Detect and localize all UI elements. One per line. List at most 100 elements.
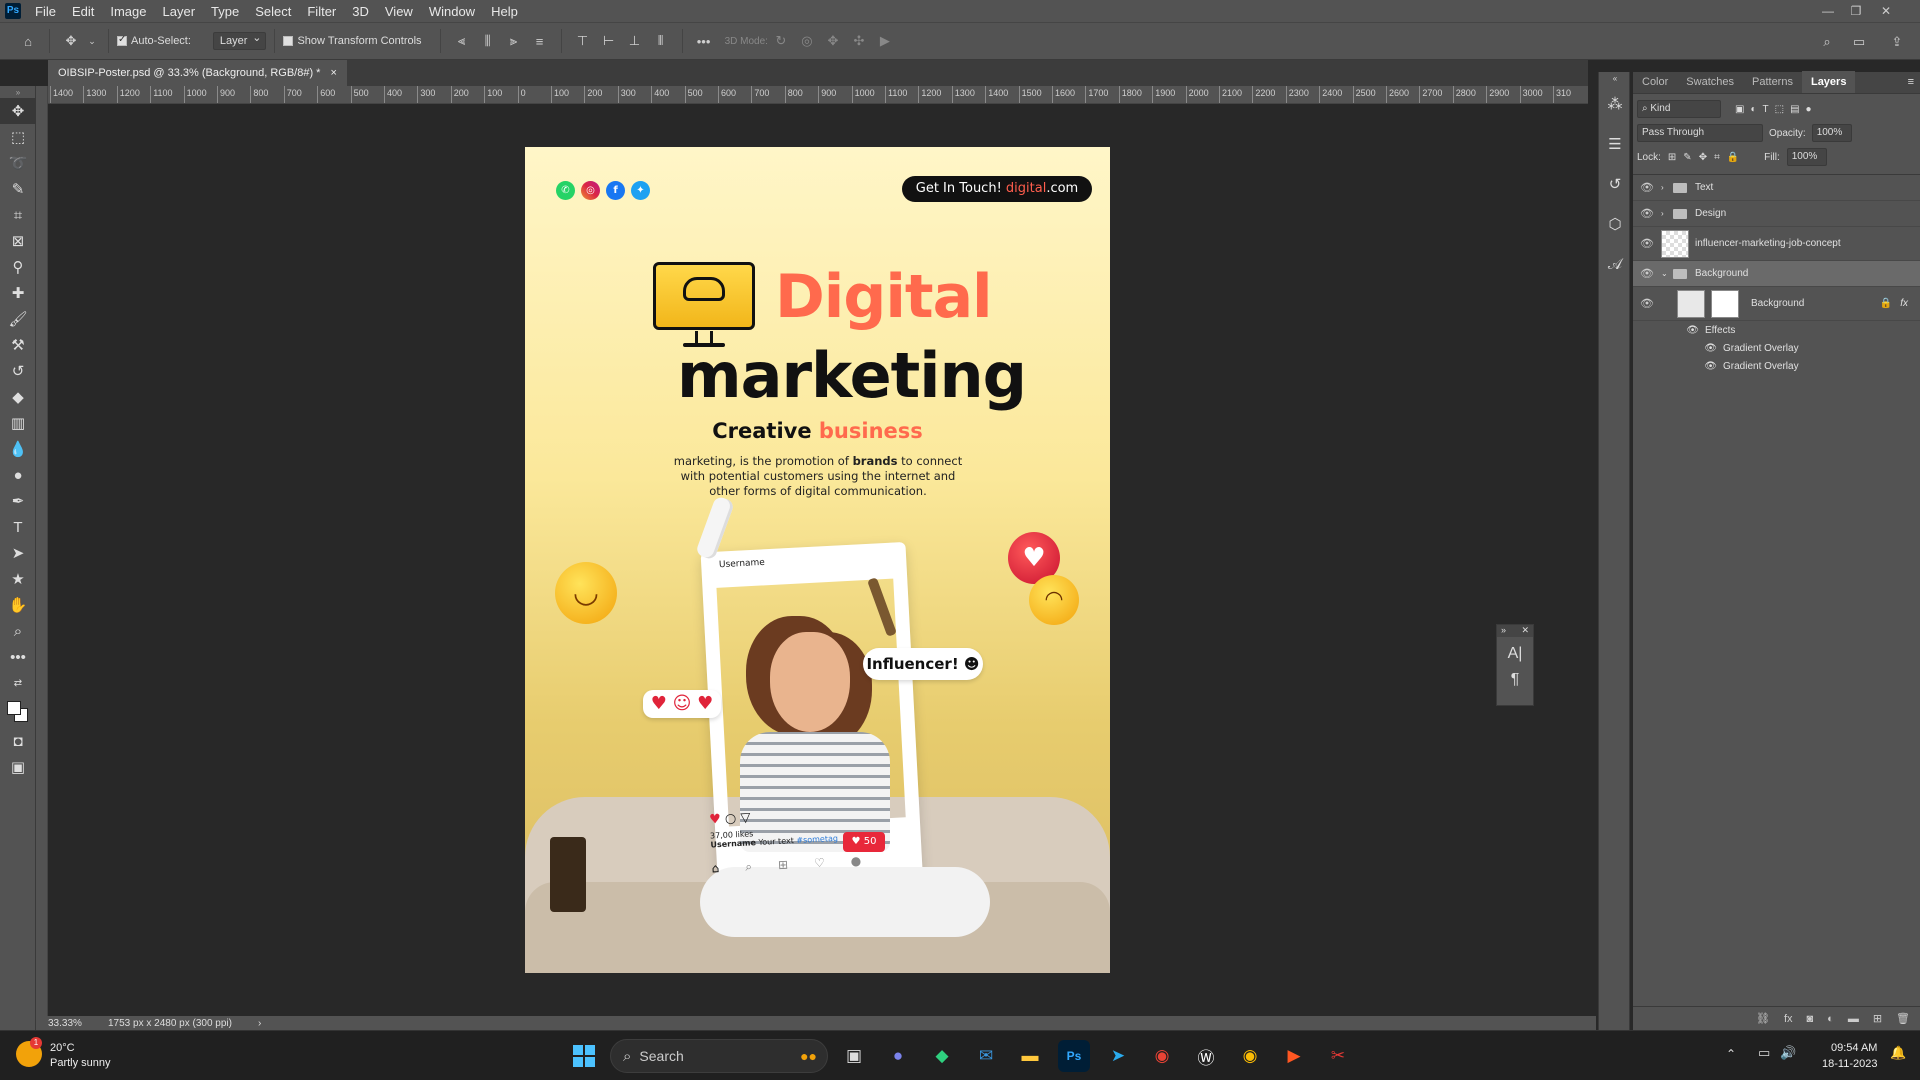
filter-toggle-icon[interactable]: ● (1806, 104, 1812, 115)
dodge-tool-icon[interactable]: ● (0, 462, 36, 488)
clock[interactable]: 09:54 AM 18-11-2023 (1822, 1040, 1877, 1072)
filter-kind-dropdown[interactable]: ⌕ Kind (1637, 100, 1721, 118)
brush-tool-icon[interactable]: 🖌 (0, 306, 36, 332)
new-adjustment-icon[interactable]: ◐ (1827, 1013, 1834, 1025)
layer-background-group[interactable]: 👁 ⌄ Background (1633, 261, 1920, 287)
chrome-icon[interactable]: ◉ (1146, 1040, 1178, 1072)
move-tool-icon[interactable]: ✥ (0, 98, 36, 124)
effect-gradient-overlay[interactable]: 👁 Gradient Overlay (1633, 357, 1920, 375)
fill-field[interactable]: 100% (1786, 148, 1827, 166)
collapse-panels-icon[interactable]: « (1599, 72, 1631, 84)
3d-panel-icon[interactable]: ⬡ (1599, 204, 1631, 244)
network-icon[interactable]: ▭ (1758, 1045, 1770, 1061)
lock-all-icon[interactable]: 🔒 (1727, 152, 1739, 163)
swap-colors-icon[interactable]: ⇄ (0, 670, 36, 696)
menu-type[interactable]: Type (203, 4, 247, 19)
poster-canvas[interactable]: ✆ ◎ f ✦ Get In Touch! digital.com Digita… (525, 147, 1110, 973)
opacity-field[interactable]: 100% (1811, 124, 1852, 142)
visibility-eye-icon[interactable]: 👁 (1633, 297, 1661, 310)
paragraph-panel-icon[interactable]: ¶ (1497, 671, 1533, 689)
healing-brush-icon[interactable]: ✚ (0, 280, 36, 306)
marquee-tool-icon[interactable]: ⬚ (0, 124, 36, 150)
menu-file[interactable]: File (27, 4, 64, 19)
pen-tool-icon[interactable]: ✒ (0, 488, 36, 514)
filter-smart-object-icon[interactable]: ▤ (1790, 104, 1799, 115)
hand-tool-icon[interactable]: ✋ (0, 592, 36, 618)
quick-select-tool-icon[interactable]: ✎ (0, 176, 36, 202)
history-icon[interactable]: ↺ (1599, 164, 1631, 204)
start-button[interactable] (568, 1040, 600, 1072)
screen-mode-icon[interactable]: ▣ (0, 754, 36, 780)
menu-view[interactable]: View (377, 4, 421, 19)
visibility-eye-icon[interactable]: 👁 (1633, 207, 1661, 220)
crop-tool-icon[interactable]: ⌗ (0, 202, 36, 228)
menu-layer[interactable]: Layer (155, 4, 204, 19)
add-mask-icon[interactable]: ◙ (1807, 1013, 1814, 1025)
layer-background[interactable]: 👁 Background 🔒 fx (1633, 287, 1920, 321)
minimize-icon[interactable]: — (1814, 0, 1842, 22)
restore-icon[interactable]: ❐ (1842, 0, 1870, 22)
filter-pixel-icon[interactable]: ▣ (1735, 104, 1744, 115)
notification-icon[interactable]: 🔔 (1890, 1045, 1906, 1061)
teams-icon[interactable]: ● (882, 1040, 914, 1072)
tab-color[interactable]: Color (1633, 71, 1677, 93)
menu-filter[interactable]: Filter (299, 4, 344, 19)
lock-position-icon[interactable]: ✥ (1699, 152, 1707, 163)
menu-3d[interactable]: 3D (344, 4, 377, 19)
auto-select-checkbox[interactable] (117, 34, 127, 46)
3d-pan-icon[interactable]: ✥ (823, 31, 843, 51)
menu-edit[interactable]: Edit (64, 4, 102, 19)
search-icon[interactable]: ⌕ (1817, 32, 1837, 52)
chrome-profile-icon[interactable]: ◉ (1234, 1040, 1266, 1072)
weather-widget[interactable]: 1 20°C Partly sunny (16, 1037, 111, 1071)
filter-adjustment-icon[interactable]: ◐ (1750, 104, 1756, 115)
delete-layer-icon[interactable]: 🗑 (1896, 1012, 1910, 1025)
photoshop-taskbar-icon[interactable]: Ps (1058, 1040, 1090, 1072)
file-explorer-icon[interactable]: ▬ (1014, 1040, 1046, 1072)
zoom-tool-icon[interactable]: ⌕ (0, 618, 36, 644)
frame-tool-icon[interactable]: ⊠ (0, 228, 36, 254)
history-brush-icon[interactable]: ↺ (0, 358, 36, 384)
close-window-icon[interactable]: ✕ (1872, 0, 1900, 22)
blur-tool-icon[interactable]: 💧 (0, 436, 36, 462)
taskbar-search[interactable]: ⌕ Search ●● (610, 1039, 828, 1073)
add-style-icon[interactable]: fx (1784, 1013, 1793, 1025)
blend-mode-dropdown[interactable]: Pass Through (1637, 124, 1763, 142)
photoshop-app-icon[interactable]: Ps (5, 3, 21, 19)
media-app-icon[interactable]: ▶ (1278, 1040, 1310, 1072)
share-icon[interactable]: ⇪ (1887, 32, 1907, 52)
align-bottom-icon[interactable]: ⊥ (625, 31, 645, 51)
layer-image[interactable]: 👁 influencer-marketing-job-concept (1633, 227, 1920, 261)
menu-image[interactable]: Image (102, 4, 154, 19)
panel-menu-icon[interactable]: ≡ (1908, 71, 1920, 93)
filter-type-icon[interactable]: T (1763, 104, 1769, 115)
chevron-down-icon[interactable]: ⌄ (87, 31, 97, 51)
layer-effects-row[interactable]: 👁 Effects (1633, 321, 1920, 339)
status-menu-chevron-icon[interactable]: › (258, 1018, 261, 1029)
type-tool-icon[interactable]: T (0, 514, 36, 540)
snipping-tool-icon[interactable]: ✂ (1322, 1040, 1354, 1072)
menu-help[interactable]: Help (483, 4, 526, 19)
tray-chevron-icon[interactable]: ⌃ (1726, 1047, 1736, 1061)
lock-artboard-icon[interactable]: ⌗ (1714, 152, 1720, 163)
glyphs-icon[interactable]: 𝒜 (1599, 244, 1631, 284)
expand-icon[interactable]: » (1501, 625, 1506, 637)
align-top-icon[interactable]: ⊤ (573, 31, 593, 51)
lock-paint-icon[interactable]: ✎ (1683, 152, 1691, 163)
collapse-icon[interactable]: » (0, 86, 36, 98)
visibility-eye-icon[interactable]: 👁 (1633, 181, 1661, 194)
3d-roll-icon[interactable]: ◎ (797, 31, 817, 51)
chevron-right-icon[interactable]: › (1661, 209, 1673, 218)
close-panel-icon[interactable]: ✕ (1521, 625, 1529, 637)
color-swatches[interactable] (0, 696, 36, 728)
mail-icon[interactable]: ✉ (970, 1040, 1002, 1072)
tab-patterns[interactable]: Patterns (1743, 71, 1802, 93)
menu-window[interactable]: Window (421, 4, 483, 19)
workspace-icon[interactable]: ▭ (1849, 32, 1869, 52)
visibility-eye-icon[interactable]: 👁 (1633, 361, 1723, 372)
lock-transparent-icon[interactable]: ⊞ (1668, 152, 1676, 163)
close-tab-icon[interactable]: × (330, 60, 336, 86)
fx-icon[interactable]: fx (1900, 298, 1908, 309)
show-transform-controls-checkbox[interactable] (283, 36, 294, 46)
link-layers-icon[interactable]: ⛓ (1756, 1012, 1770, 1025)
